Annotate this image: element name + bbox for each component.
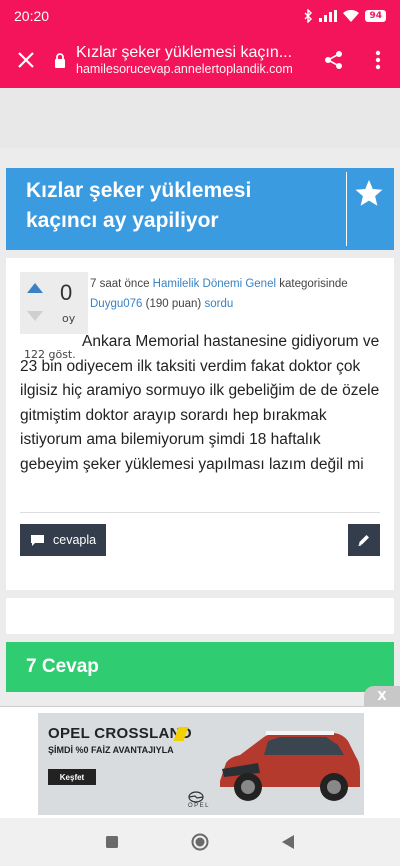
comment-icon bbox=[31, 534, 44, 546]
status-time: 20:20 bbox=[14, 8, 50, 24]
category-link[interactable]: Hamilelik Dönemi Genel bbox=[153, 278, 276, 290]
favorite-button[interactable] bbox=[346, 172, 390, 246]
share-button[interactable] bbox=[312, 50, 356, 70]
status-bar: 20:20 94 bbox=[0, 0, 400, 32]
url-text: hamilesorucevap.annelertoplandik.com bbox=[76, 62, 293, 76]
back-triangle-icon bbox=[282, 835, 294, 849]
home-button[interactable] bbox=[191, 833, 209, 851]
meta-category-suffix: kategorisinde bbox=[279, 278, 348, 290]
star-icon bbox=[355, 179, 382, 206]
page-top-spacer bbox=[0, 88, 400, 148]
share-icon bbox=[325, 51, 342, 69]
close-icon bbox=[18, 52, 34, 68]
ad-close-button[interactable]: X bbox=[364, 686, 400, 706]
author-points: (190 puan) bbox=[145, 298, 202, 310]
ad-container: OPEL CROSSLAND ŞİMDİ %0 FAİZ AVANTAJIYLA… bbox=[0, 706, 400, 818]
more-vert-icon bbox=[375, 50, 381, 70]
question-title: Kızlar şeker yüklemesi kaçıncı ay yapili… bbox=[26, 179, 252, 232]
car-image bbox=[220, 731, 360, 801]
ad-banner[interactable]: OPEL CROSSLAND ŞİMDİ %0 FAİZ AVANTAJIYLA… bbox=[38, 713, 364, 815]
circle-icon bbox=[191, 833, 209, 851]
answer-button-label: cevapla bbox=[53, 533, 97, 547]
vote-count: 0 bbox=[60, 280, 73, 305]
battery-icon: 94 bbox=[365, 10, 386, 22]
answer-button[interactable]: cevapla bbox=[20, 524, 107, 556]
vote-down-icon[interactable] bbox=[26, 310, 44, 322]
question-title-card: Kızlar şeker yüklemesi kaçıncı ay yapili… bbox=[6, 168, 394, 250]
back-button[interactable] bbox=[281, 834, 295, 850]
square-icon bbox=[106, 836, 118, 848]
ad-cta-button[interactable]: Keşfet bbox=[48, 769, 96, 785]
pencil-icon bbox=[358, 535, 369, 546]
question-body: Ankara Memorial hastanesine gidiyorum ve… bbox=[20, 333, 380, 473]
author-link[interactable]: Duygu076 bbox=[90, 298, 142, 310]
address-area[interactable]: Kızlar şeker yüklemesi kaçın... hamileso… bbox=[52, 44, 312, 76]
vote-up-icon[interactable] bbox=[26, 282, 44, 294]
edit-button[interactable] bbox=[348, 524, 380, 556]
ad-title: OPEL CROSSLAND bbox=[48, 725, 192, 742]
divider bbox=[20, 512, 380, 513]
meta-time: 7 saat önce bbox=[90, 278, 150, 290]
ad-brand: OPEL bbox=[188, 803, 211, 809]
status-icons: 94 bbox=[303, 9, 386, 23]
question-card: 0 oy 122 göst. 7 saat önce Hamilelik Dön… bbox=[6, 258, 394, 590]
close-tab-button[interactable] bbox=[0, 52, 52, 68]
ad-subtitle: ŞİMDİ %0 FAİZ AVANTAJIYLA bbox=[48, 745, 174, 755]
question-meta: 7 saat önce Hamilelik Dönemi Genel kateg… bbox=[90, 274, 386, 314]
browser-toolbar: Kızlar şeker yüklemesi kaçın... hamileso… bbox=[0, 32, 400, 88]
system-nav-bar bbox=[0, 818, 400, 866]
empty-card bbox=[6, 598, 394, 634]
opel-logo-icon bbox=[188, 791, 204, 803]
lock-icon bbox=[55, 52, 65, 68]
vote-label: oy bbox=[62, 312, 76, 325]
asked-link[interactable]: sordu bbox=[204, 298, 233, 310]
wifi-icon bbox=[343, 10, 360, 22]
recents-button[interactable] bbox=[105, 835, 119, 849]
overflow-menu-button[interactable] bbox=[356, 50, 400, 70]
page-title-in-toolbar: Kızlar şeker yüklemesi kaçın... bbox=[76, 44, 293, 61]
vote-box: 0 oy bbox=[20, 272, 88, 334]
signal-icon bbox=[319, 10, 338, 22]
bluetooth-icon bbox=[304, 9, 313, 23]
answers-header: 7 Cevap bbox=[6, 642, 394, 692]
